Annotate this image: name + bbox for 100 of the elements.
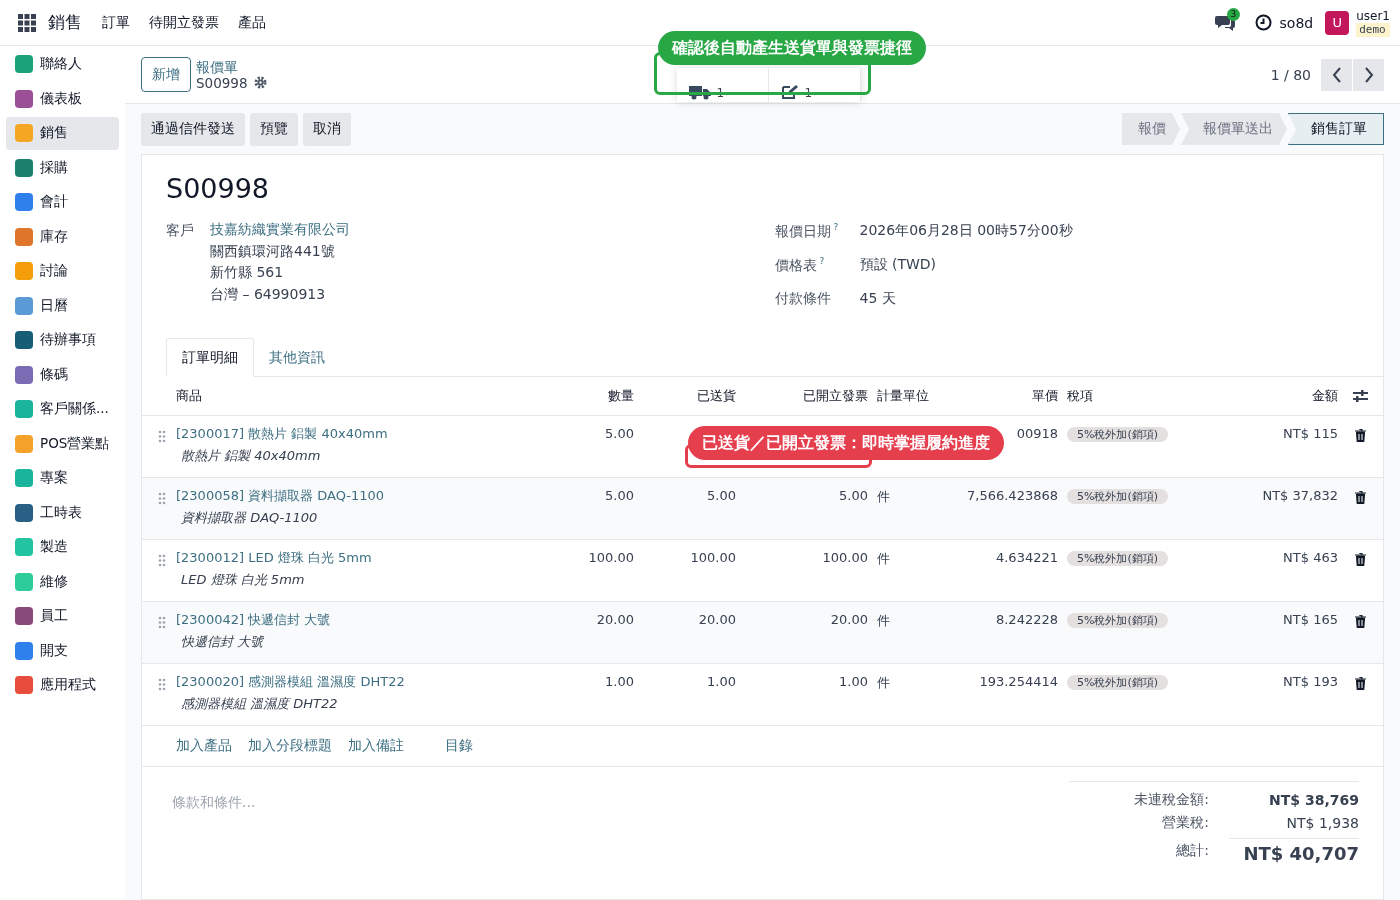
delete-icon[interactable] (1355, 615, 1366, 628)
record-name: S00998 (196, 74, 248, 91)
column-header[interactable]: 商品 (176, 387, 556, 405)
field-label: 付款條件 (774, 290, 832, 308)
sidebar-item[interactable]: 討論 (6, 254, 119, 288)
record-title: S00998 (166, 173, 271, 204)
breadcrumb-link[interactable]: 報價單 (196, 58, 267, 75)
customer-link[interactable]: 技嘉紡織實業有限公司 (210, 219, 350, 241)
menu-item[interactable]: 產品 (238, 13, 266, 32)
app-name[interactable]: 銷售 (48, 11, 82, 34)
add-line-link[interactable]: 加入備註 (348, 737, 404, 755)
table-cell: 20.00 (698, 612, 736, 627)
action-button[interactable]: 預覽 (250, 112, 298, 146)
column-header[interactable]: 已送貨 (634, 387, 736, 405)
column-header[interactable]: 稅項 (1058, 387, 1178, 405)
tab[interactable]: 訂單明細 (166, 338, 254, 377)
sidebar-item[interactable]: 儀表板 (6, 82, 119, 115)
table-cell: NT$ 463 (1283, 550, 1338, 565)
table-cell: 件 (877, 613, 890, 628)
delete-icon[interactable] (1355, 677, 1366, 690)
sidebar-item[interactable]: 銷售 (6, 116, 119, 150)
sidebar-item[interactable]: 專案 (6, 461, 119, 495)
next-button[interactable] (1353, 58, 1384, 91)
status-stage[interactable]: 報價 (1122, 113, 1180, 145)
column-header[interactable]: 數量 (556, 387, 634, 405)
drag-handle-icon[interactable] (158, 492, 166, 505)
delete-icon[interactable] (1355, 429, 1366, 442)
edit-icon (780, 83, 799, 100)
column-header[interactable]: 計量單位 (868, 387, 948, 405)
product-link[interactable]: [2300042] 快遞信封 大號 (176, 609, 556, 631)
status-stage[interactable]: 報價單送出 (1181, 113, 1287, 145)
tab[interactable]: 其他資訊 (254, 339, 340, 376)
sidebar-item[interactable]: 會計 (6, 185, 119, 219)
sidebar-item[interactable]: 工時表 (6, 496, 119, 529)
drag-handle-icon[interactable] (158, 554, 166, 567)
table-cell: 1.00 (605, 674, 634, 689)
sidebar-item[interactable]: 條碼 (6, 358, 119, 391)
action-button[interactable]: 通過信件發送 (141, 112, 245, 146)
product-description: 感測器模組 溫濕度 DHT22 (181, 695, 339, 713)
app-menu-icon[interactable] (18, 13, 36, 32)
sidebar-item[interactable]: 待辦事項 (6, 323, 119, 357)
table-cell: 4.634221 (995, 550, 1058, 565)
clock-icon[interactable] (1254, 14, 1272, 31)
sidebar-item[interactable]: 聯絡人 (6, 47, 119, 81)
drag-handle-icon[interactable] (158, 678, 166, 691)
sidebar-item[interactable]: 客戶關係... (6, 392, 119, 426)
delete-icon[interactable] (1355, 553, 1366, 566)
table-cell: 1.00 (839, 674, 868, 689)
table-cell: 100.00 (690, 550, 736, 565)
add-line-link[interactable]: 加入產品 (176, 737, 232, 755)
pager-value: 1 / 80 (1270, 66, 1311, 83)
previous-button[interactable] (1321, 58, 1352, 91)
sidebar-item[interactable]: 應用程式 (6, 668, 119, 702)
column-header[interactable]: 單價 (948, 387, 1058, 405)
table-cell: 7,566.423868 (967, 488, 1058, 503)
sidebar-item[interactable]: 開支 (6, 634, 119, 667)
sidebar-item[interactable]: 製造 (6, 530, 119, 564)
menu-item[interactable]: 訂單 (102, 13, 130, 32)
sidebar-item[interactable]: 庫存 (6, 220, 119, 253)
tax-tag: 5%稅外加(銷項) (1067, 551, 1169, 566)
field-value: 45 天 (859, 290, 896, 308)
menu-item[interactable]: 待開立發票 (149, 13, 219, 32)
product-link[interactable]: [2300020] 感測器模組 溫濕度 DHT22 (176, 671, 556, 693)
column-settings-icon[interactable] (1353, 389, 1368, 403)
product-link[interactable]: [2300012] LED 燈珠 白光 5mm (176, 547, 556, 569)
table-cell: 件 (877, 675, 890, 690)
table-cell: 20.00 (596, 612, 634, 627)
drag-handle-icon[interactable] (158, 616, 166, 629)
new-button[interactable]: 新增 (141, 57, 191, 92)
company-name[interactable]: so8d (1279, 14, 1314, 31)
sidebar-item[interactable]: POS營業點 (6, 427, 119, 460)
add-line-link[interactable]: 目錄 (445, 737, 473, 755)
user-avatar[interactable]: U (1325, 10, 1350, 35)
column-header[interactable]: 金額 (1178, 387, 1338, 405)
product-description: LED 燈珠 白光 5mm (181, 571, 306, 589)
table-cell: 100.00 (588, 550, 634, 565)
column-header[interactable]: 已開立發票 (736, 387, 868, 405)
action-button[interactable]: 取消 (303, 112, 351, 146)
drag-handle-icon[interactable] (158, 430, 166, 443)
product-link[interactable]: [2300058] 資料擷取器 DAQ-1100 (176, 485, 556, 507)
table-cell: NT$ 37,832 (1262, 488, 1338, 503)
sidebar-item[interactable]: 日曆 (6, 289, 119, 322)
user-name: user1 (1356, 8, 1390, 23)
sidebar-item[interactable]: 維修 (6, 565, 119, 598)
table-cell: 件 (877, 551, 890, 566)
field-value: 2026年06月28日 00時57分00秒 (859, 222, 1073, 240)
tax-tag: 5%稅外加(銷項) (1067, 427, 1169, 442)
table-cell: 件 (877, 489, 890, 504)
database-badge: demo (1356, 22, 1390, 37)
total-value: NT$ 1,938 (1285, 814, 1359, 831)
product-description: 快遞信封 大號 (181, 633, 265, 651)
callout-label: 確認後自動產生送貨單與發票捷徑 (658, 31, 926, 65)
sidebar-item[interactable]: 員工 (6, 599, 119, 633)
status-stage[interactable]: 銷售訂單 (1288, 113, 1384, 145)
sidebar-item[interactable]: 採購 (6, 151, 119, 184)
settings-icon[interactable] (253, 76, 267, 89)
table-cell: 8.242228 (995, 612, 1058, 627)
add-line-link[interactable]: 加入分段標題 (248, 737, 332, 755)
delete-icon[interactable] (1355, 491, 1366, 504)
product-link[interactable]: [2300017] 散熱片 鋁製 40x40mm (176, 423, 556, 445)
